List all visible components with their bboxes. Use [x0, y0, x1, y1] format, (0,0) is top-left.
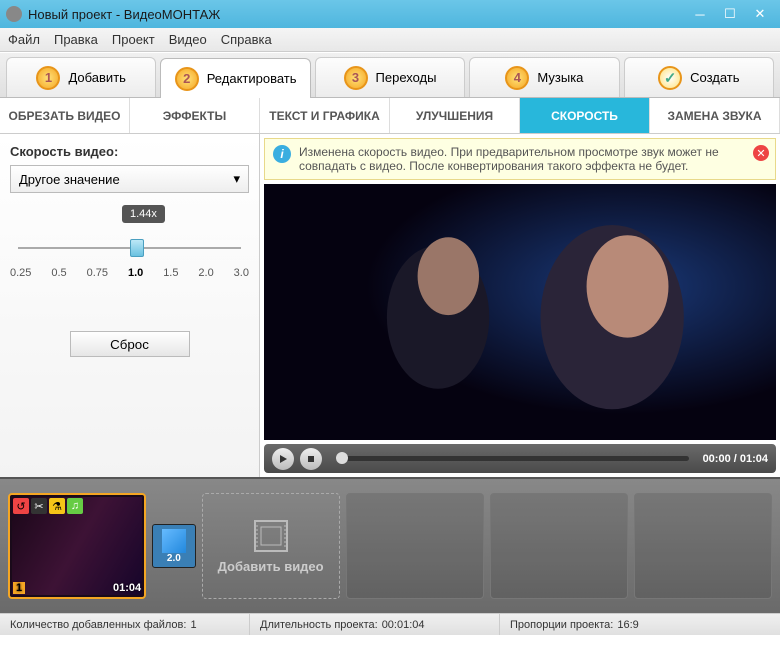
- step-add[interactable]: 1Добавить: [6, 57, 156, 97]
- player-controls: 00:00 / 01:04: [264, 444, 776, 473]
- empty-slot: [346, 493, 484, 599]
- status-files-label: Количество добавленных файлов:: [10, 619, 186, 631]
- music-icon: ♫: [67, 498, 83, 514]
- slider-ticks: 0.250.50.751.01.52.03.0: [10, 267, 249, 279]
- film-icon: [251, 519, 291, 553]
- speed-tooltip: 1.44x: [122, 205, 165, 223]
- preview-frame: [264, 184, 776, 440]
- info-icon: i: [273, 145, 291, 163]
- speed-notice: i Изменена скорость видео. При предварит…: [264, 138, 776, 180]
- notice-text: Изменена скорость видео. При предварител…: [299, 145, 767, 173]
- tab-effects[interactable]: ЭФФЕКТЫ: [130, 98, 260, 133]
- step-create[interactable]: ✓Создать: [624, 57, 774, 97]
- menu-help[interactable]: Справка: [221, 32, 272, 47]
- status-ratio-val: 16:9: [617, 619, 638, 631]
- clip-1[interactable]: ↺ ✂ ⚗ ♫ 1 01:04: [8, 493, 146, 599]
- speed-label: Скорость видео:: [10, 144, 249, 159]
- sync-icon: ↺: [13, 498, 29, 514]
- statusbar: Количество добавленных файлов: 1 Длитель…: [0, 613, 780, 635]
- app-icon: [6, 6, 22, 22]
- titlebar: Новый проект - ВидеоМОНТАЖ ─ ☐ ✕: [0, 0, 780, 28]
- clip-duration: 01:04: [113, 582, 141, 594]
- speed-select[interactable]: Другое значение▾: [10, 165, 249, 193]
- step-music[interactable]: 4Музыка: [469, 57, 619, 97]
- status-files-val: 1: [190, 619, 196, 631]
- empty-slot: [490, 493, 628, 599]
- clip-index: 1: [13, 582, 25, 594]
- speed-panel: Скорость видео: Другое значение▾ 1.44x 0…: [0, 134, 260, 477]
- minimize-button[interactable]: ─: [686, 4, 714, 24]
- menubar: Файл Правка Проект Видео Справка: [0, 28, 780, 52]
- tab-enhance[interactable]: УЛУЧШЕНИЯ: [390, 98, 520, 133]
- tab-crop[interactable]: ОБРЕЗАТЬ ВИДЕО: [0, 98, 130, 133]
- status-dur-val: 00:01:04: [382, 619, 425, 631]
- timeline: ↺ ✂ ⚗ ♫ 1 01:04 2.0 Добавить видео: [0, 477, 780, 613]
- menu-project[interactable]: Проект: [112, 32, 155, 47]
- progress-head[interactable]: [336, 452, 348, 464]
- add-video-slot[interactable]: Добавить видео: [202, 493, 340, 599]
- tab-audio[interactable]: ЗАМЕНА ЗВУКА: [650, 98, 780, 133]
- workflow-steps: 1Добавить 2Редактировать 3Переходы 4Музы…: [0, 52, 780, 98]
- reset-button[interactable]: Сброс: [70, 331, 190, 357]
- menu-video[interactable]: Видео: [169, 32, 207, 47]
- status-ratio-label: Пропорции проекта:: [510, 619, 613, 631]
- status-dur-label: Длительность проекта:: [260, 619, 378, 631]
- progress-bar[interactable]: [336, 456, 689, 461]
- speed-slider[interactable]: 1.44x 0.250.50.751.01.52.03.0: [10, 223, 249, 313]
- cut-icon: ✂: [31, 498, 47, 514]
- empty-slot: [634, 493, 772, 599]
- step-edit[interactable]: 2Редактировать: [160, 58, 310, 98]
- window-title: Новый проект - ВидеоМОНТАЖ: [28, 7, 684, 22]
- tab-text[interactable]: ТЕКСТ И ГРАФИКА: [260, 98, 390, 133]
- close-notice-button[interactable]: ✕: [753, 145, 769, 161]
- time-display: 00:00 / 01:04: [703, 453, 768, 465]
- edit-subtabs: ОБРЕЗАТЬ ВИДЕО ЭФФЕКТЫ ТЕКСТ И ГРАФИКА У…: [0, 98, 780, 134]
- maximize-button[interactable]: ☐: [716, 4, 744, 24]
- close-button[interactable]: ✕: [746, 4, 774, 24]
- effect-icon: ⚗: [49, 498, 65, 514]
- video-preview: [264, 184, 776, 440]
- menu-edit[interactable]: Правка: [54, 32, 98, 47]
- transition-slot[interactable]: 2.0: [152, 524, 195, 568]
- menu-file[interactable]: Файл: [8, 32, 40, 47]
- stop-button[interactable]: [300, 448, 322, 470]
- play-button[interactable]: [272, 448, 294, 470]
- slider-thumb[interactable]: [130, 239, 144, 257]
- tab-speed[interactable]: СКОРОСТЬ: [520, 98, 650, 133]
- step-transitions[interactable]: 3Переходы: [315, 57, 465, 97]
- chevron-down-icon: ▾: [233, 171, 240, 187]
